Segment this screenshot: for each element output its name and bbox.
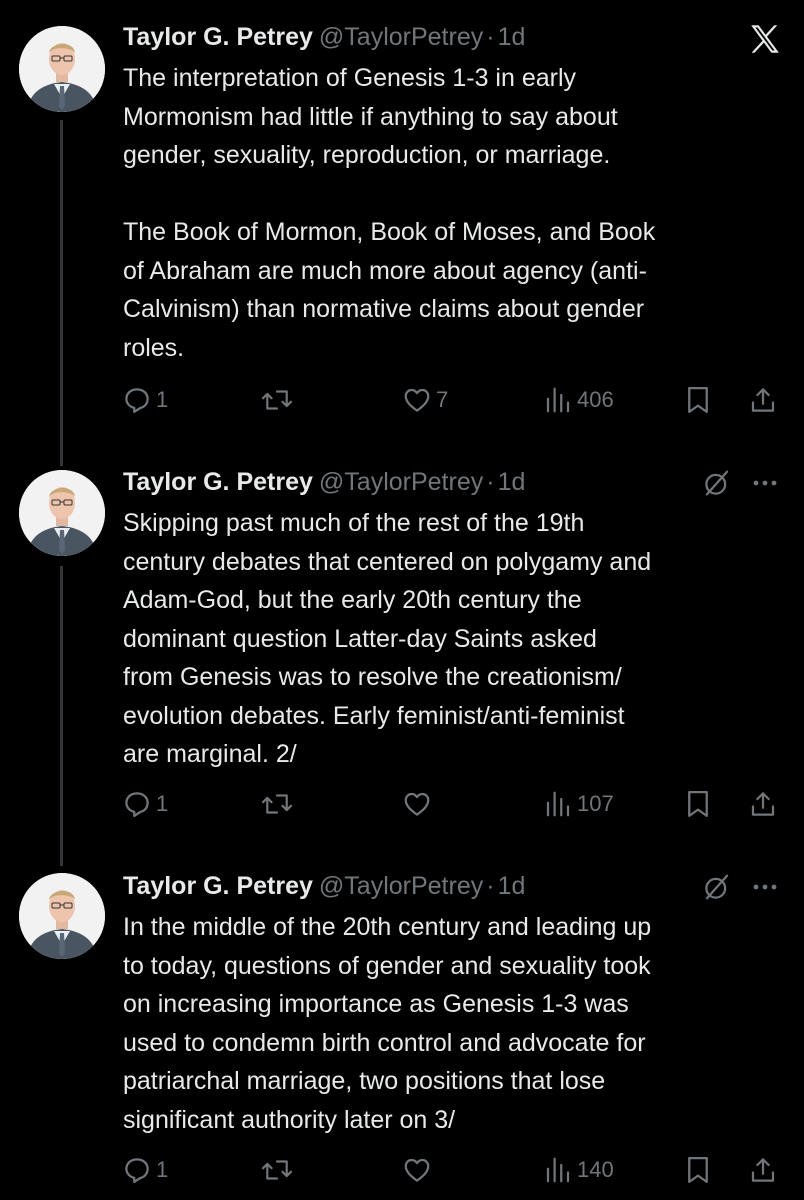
x-logo-icon[interactable] [747,21,783,57]
author-name[interactable]: Taylor G. Petrey [123,872,313,900]
tweet-text: In the middle of the 20th century and le… [123,913,652,1134]
heart-icon [404,388,430,412]
timestamp[interactable]: 1d [498,23,526,51]
share-button[interactable] [748,1150,778,1190]
avatar[interactable] [19,470,105,556]
retweet-button[interactable] [260,784,298,824]
tweet-1[interactable]: Taylor G. Petrey @TaylorPetrey · 1d The int… [0,0,804,440]
like-button[interactable] [402,1150,436,1190]
views-count: 107 [577,791,614,816]
views-button[interactable]: 406 [543,380,614,420]
tweet-header: Taylor G. Petrey @TaylorPetrey · 1d [123,465,525,499]
reply-count: 1 [156,387,169,412]
like-button[interactable]: 7 [402,380,448,420]
action-bar: 1 107 [0,784,804,824]
timestamp[interactable]: 1d [498,468,526,496]
separator: · [486,23,495,51]
tweet-3[interactable]: Taylor G. Petrey @TaylorPetrey · 1d In the … [0,845,804,1200]
avatar-image [19,873,105,959]
tweet-text: Skipping past much of the rest of the 19… [123,509,652,768]
views-count: 406 [577,387,614,412]
reply-icon [125,792,149,817]
views-button[interactable]: 107 [543,784,614,824]
reply-count: 1 [156,1157,169,1182]
share-button[interactable] [748,784,778,824]
action-bar: 1 140 [0,1150,804,1190]
avatar[interactable] [19,873,105,959]
avatar-image [19,26,105,112]
more-icon[interactable] [750,470,780,496]
views-button[interactable]: 140 [543,1150,614,1190]
author-name[interactable]: Taylor G. Petrey [123,468,313,496]
reply-icon [125,388,149,413]
tweet-2[interactable]: Taylor G. Petrey @TaylorPetrey · 1d Skippin… [0,440,804,860]
bookmark-button[interactable] [684,380,712,420]
author-handle[interactable]: @TaylorPetrey [319,872,483,900]
share-icon [751,388,775,412]
like-count: 7 [436,387,449,412]
retweet-button[interactable] [260,1150,298,1190]
views-count: 140 [577,1157,614,1182]
share-icon [751,792,775,816]
heart-icon [404,792,430,816]
bookmark-icon [688,1157,708,1183]
author-name[interactable]: Taylor G. Petrey [123,23,313,51]
separator: · [486,468,495,496]
bookmark-icon [688,791,708,817]
reply-count: 1 [156,791,169,816]
tweet-header: Taylor G. Petrey @TaylorPetrey · 1d [123,20,525,54]
retweet-icon [261,1160,293,1180]
views-icon [546,791,570,817]
author-handle[interactable]: @TaylorPetrey [319,468,483,496]
grok-icon[interactable] [702,872,732,902]
retweet-icon [261,794,293,814]
bookmark-button[interactable] [684,1150,712,1190]
views-icon [546,387,570,413]
views-icon [546,1157,570,1183]
author-handle[interactable]: @TaylorPetrey [319,23,483,51]
reply-icon [125,1158,149,1183]
retweet-button[interactable] [260,380,298,420]
reply-button[interactable]: 1 [122,380,168,420]
share-button[interactable] [748,380,778,420]
tweet-text: The interpretation of Genesis 1-3 in ear… [123,64,656,362]
bookmark-icon [688,387,708,413]
reply-button[interactable]: 1 [122,784,168,824]
share-icon [751,1158,775,1182]
more-icon[interactable] [750,874,780,900]
bookmark-button[interactable] [684,784,712,824]
timestamp[interactable]: 1d [498,872,526,900]
like-button[interactable] [402,784,436,824]
tweet-header: Taylor G. Petrey @TaylorPetrey · 1d [123,869,525,903]
avatar-image [19,470,105,556]
retweet-icon [261,390,293,410]
action-bar: 1 7 406 [0,380,804,420]
separator: · [486,872,495,900]
reply-button[interactable]: 1 [122,1150,168,1190]
avatar[interactable] [19,26,105,112]
grok-icon[interactable] [702,468,732,498]
heart-icon [404,1158,430,1182]
